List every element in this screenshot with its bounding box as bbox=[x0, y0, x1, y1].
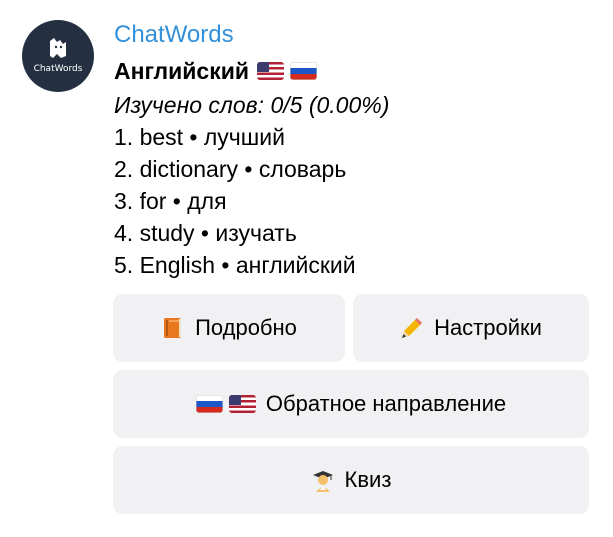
word-list: 1. best • лучший 2. dictionary • словарь… bbox=[114, 121, 594, 281]
learned-progress: Изучено слов: 0/5 (0.00%) bbox=[114, 92, 390, 118]
flag-ru-icon bbox=[195, 395, 223, 413]
word-item: 4. study • изучать bbox=[114, 220, 297, 246]
flag-us-icon bbox=[228, 395, 256, 413]
language-flags bbox=[256, 62, 317, 80]
word-item: 1. best • лучший bbox=[114, 124, 285, 150]
flag-ru-icon bbox=[289, 62, 317, 80]
settings-button[interactable]: Настройки bbox=[353, 294, 589, 362]
reverse-direction-button[interactable]: Обратное направление bbox=[113, 370, 589, 438]
quiz-button[interactable]: Квиз bbox=[113, 446, 589, 514]
bot-message: ChatWords Английский Изучено слов: 0/5 (… bbox=[114, 18, 594, 281]
cat-logo-icon bbox=[50, 38, 66, 58]
quiz-label: Квиз bbox=[344, 467, 392, 492]
details-label: Подробно bbox=[195, 315, 297, 340]
bot-avatar[interactable]: ChatWords bbox=[22, 20, 94, 92]
details-button[interactable]: Подробно bbox=[113, 294, 345, 362]
language-title: Английский bbox=[114, 58, 249, 84]
pencil-icon bbox=[400, 316, 424, 340]
word-item: 5. English • английский bbox=[114, 252, 356, 278]
word-item: 2. dictionary • словарь bbox=[114, 156, 347, 182]
settings-label: Настройки bbox=[434, 315, 542, 340]
reverse-label: Обратное направление bbox=[265, 391, 507, 416]
message-title-line: Английский bbox=[114, 52, 594, 90]
word-item: 3. for • для bbox=[114, 188, 227, 214]
sender-name[interactable]: ChatWords bbox=[114, 18, 594, 52]
avatar-caption: ChatWords bbox=[33, 64, 83, 74]
flag-us-icon bbox=[256, 62, 284, 80]
orange-book-icon bbox=[161, 316, 185, 340]
student-icon bbox=[311, 468, 335, 492]
reverse-flags bbox=[195, 395, 256, 413]
